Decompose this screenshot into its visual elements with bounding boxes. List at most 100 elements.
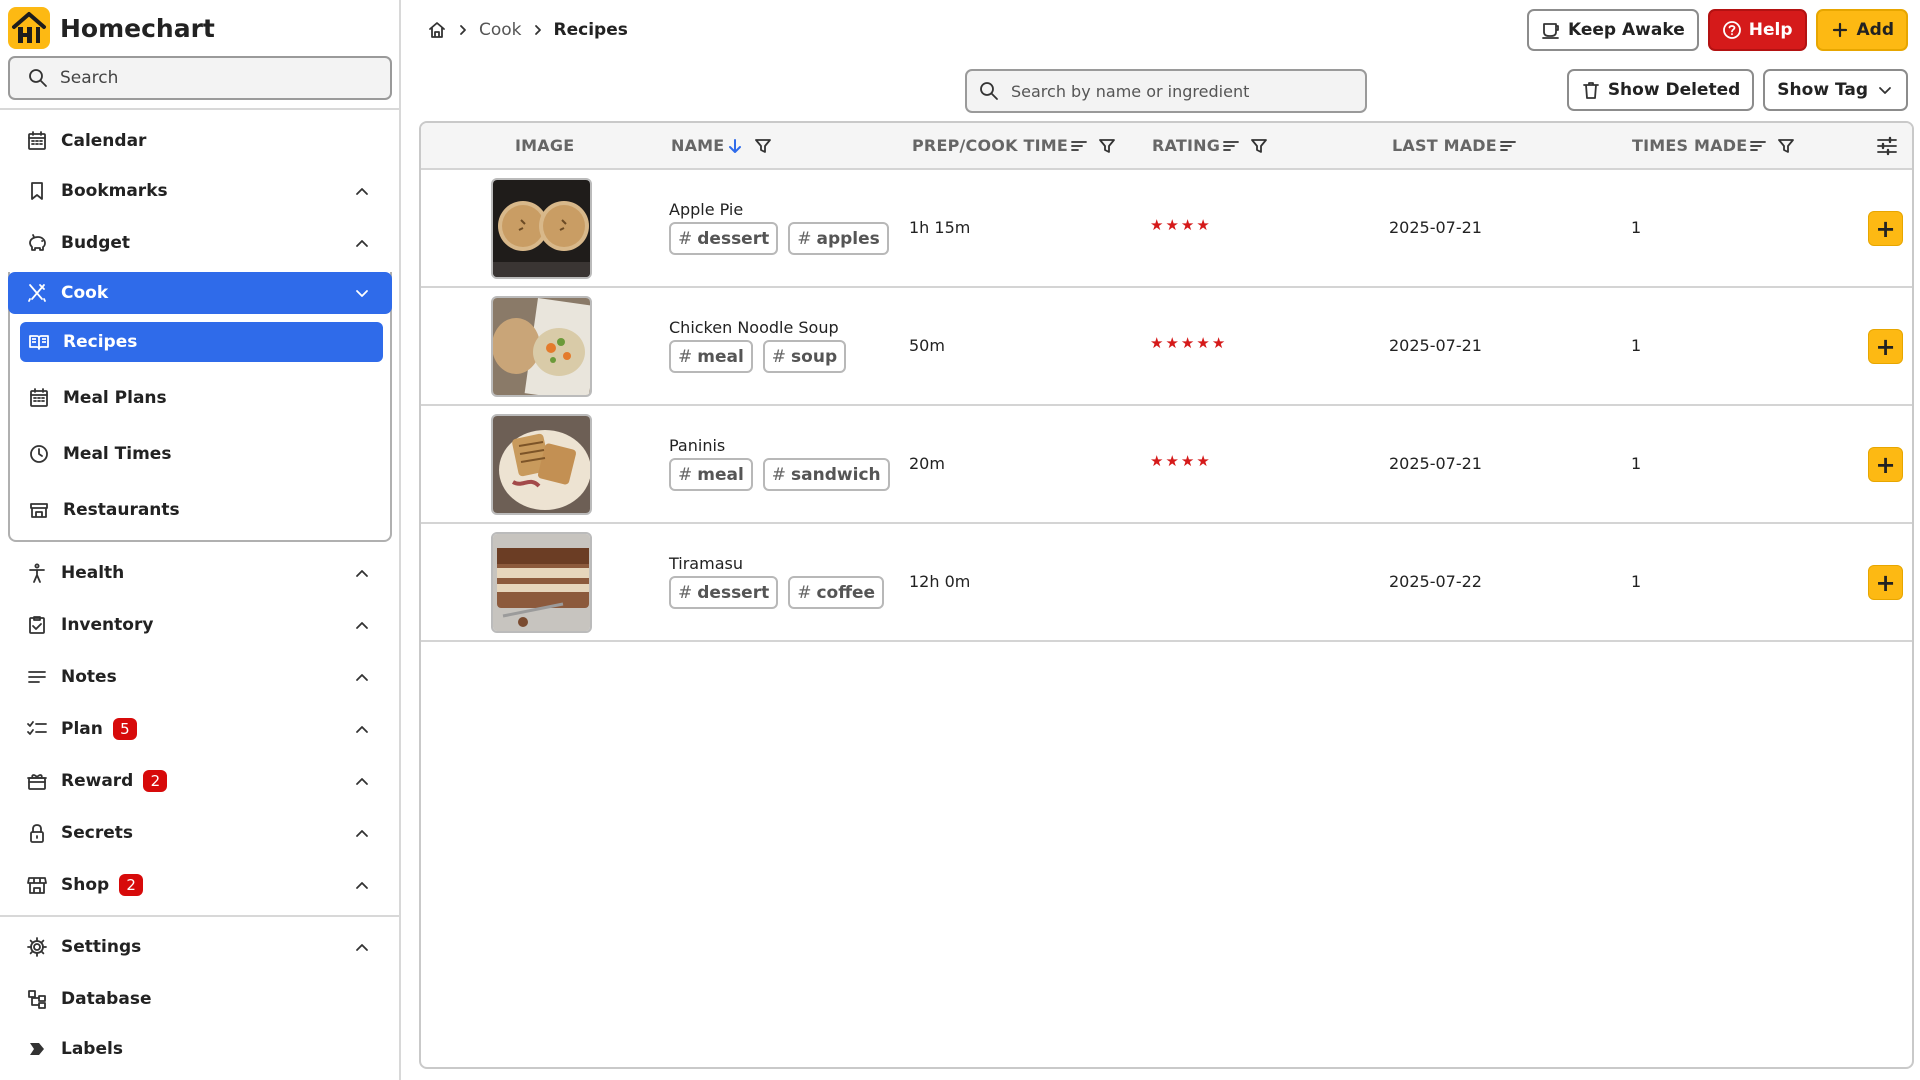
sidebar-item-inventory[interactable]: Inventory [8,604,392,646]
filter-icon[interactable] [1777,137,1795,155]
sidebar-item-label: Calendar [61,131,147,151]
help-button[interactable]: Help [1707,9,1807,51]
add-label: Add [1856,20,1895,40]
chevron-up-icon[interactable] [352,771,372,791]
sidebar-item-notes[interactable]: Notes [8,656,392,698]
table-row[interactable]: Tiramasu # dessert # coffee 12h 0m 2025-07… [421,524,1912,642]
help-label: Help [1748,20,1793,40]
chevron-up-icon[interactable] [352,875,372,895]
hash-icon: # [797,582,812,603]
column-header-time[interactable]: PREP/COOK TIME [912,123,1116,168]
recipe-name[interactable]: Apple Pie [669,200,743,219]
sidebar-search-input[interactable]: Search [8,56,392,100]
add-to-plan-button[interactable]: + [1868,447,1903,482]
sidebar-item-bookmarks[interactable]: Bookmarks [8,170,392,212]
column-header-image: IMAGE [515,123,574,168]
add-button[interactable]: Add [1815,9,1908,51]
add-to-plan-button[interactable]: + [1868,211,1903,246]
sidebar-item-plan[interactable]: Plan 5 [8,708,392,750]
sidebar-item-budget[interactable]: Budget [8,222,392,264]
filter-icon[interactable] [1098,137,1116,155]
recipe-image [493,180,590,277]
sidebar-subitem-restaurants[interactable]: Restaurants [20,490,383,530]
star-icon: ★ [1180,216,1195,234]
chevron-up-icon[interactable] [352,823,372,843]
chevron-up-icon[interactable] [352,181,372,201]
star-icon: ★ [1180,452,1195,470]
sidebar-subitem-meal-times[interactable]: Meal Times [20,434,383,474]
tag-chip[interactable]: # soup [762,340,847,373]
sidebar-item-label: Plan [61,719,103,739]
column-header-rating[interactable]: RATING [1152,123,1268,168]
recipe-search-input[interactable]: Search by name or ingredient [965,69,1367,113]
tag-chip[interactable]: # dessert [669,222,779,255]
chevron-up-icon[interactable] [352,615,372,635]
sidebar-item-labels[interactable]: Labels [8,1028,392,1070]
column-header-last-made[interactable]: LAST MADE [1392,123,1517,168]
tag-chip[interactable]: # coffee [788,576,885,609]
tag-chip[interactable]: # apples [788,222,889,255]
sidebar-subitem-recipes[interactable]: Recipes [20,322,383,362]
apple-pie-photo[interactable] [491,178,592,279]
rating-stars: ★ ★ ★ ★ [1150,452,1210,470]
add-to-plan-button[interactable]: + [1868,565,1903,600]
soup-photo[interactable] [491,296,592,397]
plus-icon [1832,22,1847,38]
divider [0,915,399,917]
search-icon [980,82,998,100]
plan-count-badge: 5 [112,718,137,740]
table-row[interactable]: Paninis # meal # sandwich 20m ★ ★ ★ ★ 2025-07… [421,406,1912,524]
chevron-up-icon[interactable] [352,233,372,253]
sidebar-subitem-meal-plans[interactable]: Meal Plans [20,378,383,418]
sort-icon[interactable] [1499,137,1517,155]
brand[interactable]: Homechart [8,6,215,50]
show-deleted-button[interactable]: Show Deleted [1566,69,1755,111]
sidebar-item-cook[interactable]: Cook [8,272,392,314]
show-tag-dropdown[interactable]: Show Tag [1763,69,1908,111]
column-settings-icon[interactable] [1876,135,1898,157]
hash-icon: # [771,346,787,367]
tiramisu-photo[interactable] [491,532,592,633]
chevron-down-icon[interactable] [352,283,372,303]
panini-photo[interactable] [491,414,592,515]
reward-count-badge: 2 [143,770,168,792]
recipe-tags: # meal # soup [669,340,847,373]
sidebar-item-calendar[interactable]: Calendar [8,120,392,162]
sidebar-item-secrets[interactable]: Secrets [8,812,392,854]
star-icon: ★ [1165,452,1179,470]
sidebar-item-reward[interactable]: Reward 2 [8,760,392,802]
tag-chip[interactable]: # dessert [669,576,779,609]
last-made: 2025-07-21 [1389,336,1482,355]
sidebar-item-settings[interactable]: Settings [8,926,392,968]
recipe-tags: # dessert # apples [669,222,889,255]
chevron-up-icon[interactable] [352,719,372,739]
tag-chip[interactable]: # meal [669,340,753,373]
add-to-plan-button[interactable]: + [1868,329,1903,364]
filter-icon[interactable] [1250,137,1268,155]
tag-chip[interactable]: # meal [669,458,753,491]
sidebar-item-shop[interactable]: Shop 2 [8,864,392,906]
table-row[interactable]: Apple Pie # dessert # apples 1h 15m ★ ★ ★ ★ 2… [421,170,1912,288]
breadcrumb-cook[interactable]: Cook [479,20,522,40]
home-icon[interactable] [427,20,447,40]
sort-icon[interactable] [1749,137,1767,155]
filter-icon[interactable] [754,137,772,155]
recipe-name[interactable]: Paninis [669,436,725,455]
column-header-times-made[interactable]: TIMES MADE [1632,123,1795,168]
recipe-name[interactable]: Chicken Noodle Soup [669,318,839,337]
sort-icon[interactable] [1070,137,1088,155]
sidebar-item-database[interactable]: Database [8,978,392,1020]
sort-descending-icon[interactable] [726,137,744,155]
trash-icon [1582,82,1599,99]
chevron-up-icon[interactable] [352,563,372,583]
keep-awake-button[interactable]: Keep Awake [1527,9,1699,51]
table-row[interactable]: Chicken Noodle Soup # meal # soup 50m ★ ★ ★ ★… [421,288,1912,406]
column-header-name[interactable]: NAME [671,123,772,168]
chevron-up-icon[interactable] [352,937,372,957]
sort-icon[interactable] [1222,137,1240,155]
chevron-up-icon[interactable] [352,667,372,687]
sidebar-item-health[interactable]: Health [8,552,392,594]
sidebar-item-label: Shop [61,875,110,895]
recipe-name[interactable]: Tiramasu [669,554,743,573]
tag-chip[interactable]: # sandwich [762,458,890,491]
